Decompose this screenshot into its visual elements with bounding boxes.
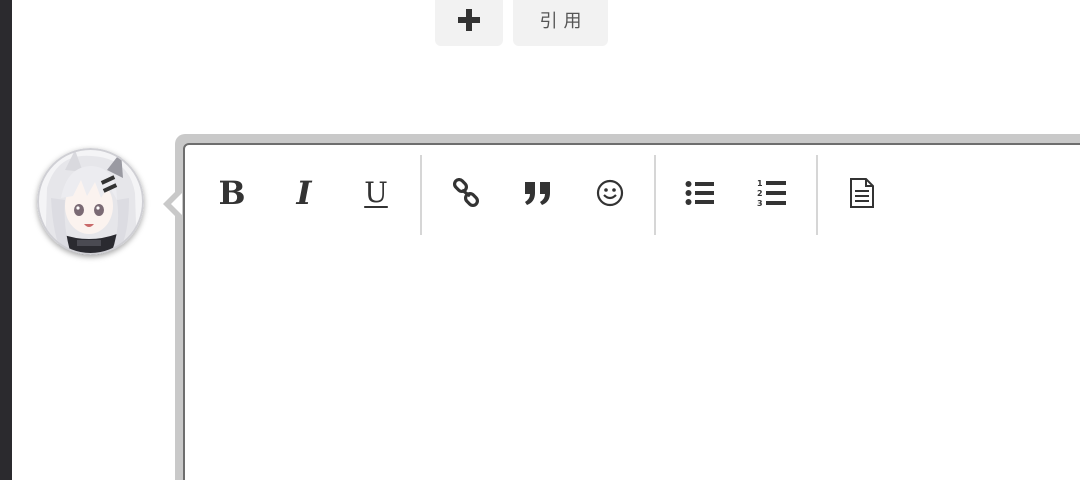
preview-button[interactable] [838,169,886,217]
toolbar-separator [420,155,422,235]
editor-toolbar: B I U 1 2 3 [185,145,1080,245]
svg-text:3: 3 [757,199,763,208]
underline-button[interactable]: U [352,169,400,217]
italic-button[interactable]: I [280,169,328,217]
add-button[interactable] [435,0,503,46]
avatar[interactable] [37,148,144,255]
plus-icon [458,9,480,31]
quote-icon [525,182,550,205]
bold-icon: B [218,174,246,212]
bold-button[interactable]: B [208,169,256,217]
editor-text-area[interactable] [185,245,1080,480]
speech-pointer-fill [171,193,182,215]
svg-text:2: 2 [757,189,763,198]
document-icon [850,178,874,208]
emoji-icon [596,179,624,207]
toolbar-separator [654,155,656,235]
svg-text:1: 1 [757,179,763,188]
italic-icon: I [296,174,312,212]
emoji-button[interactable] [586,169,634,217]
comment-editor[interactable]: B I U 1 2 3 [183,143,1080,480]
quote-button-label: 引用 [539,11,588,32]
bullet-list-icon [685,181,714,205]
link-button[interactable] [442,169,490,217]
bullet-list-button[interactable] [676,169,724,217]
numbered-list-icon: 1 2 3 [757,179,786,208]
blockquote-button[interactable] [514,169,562,217]
window-edge [0,0,12,480]
link-icon [452,178,480,208]
avatar-image [37,148,144,255]
comment-page: 引用 B I U 1 2 3 [0,0,1080,480]
toolbar-separator [816,155,818,235]
quote-button[interactable]: 引用 [513,0,608,46]
underline-icon: U [364,176,388,209]
numbered-list-button[interactable]: 1 2 3 [748,169,796,217]
